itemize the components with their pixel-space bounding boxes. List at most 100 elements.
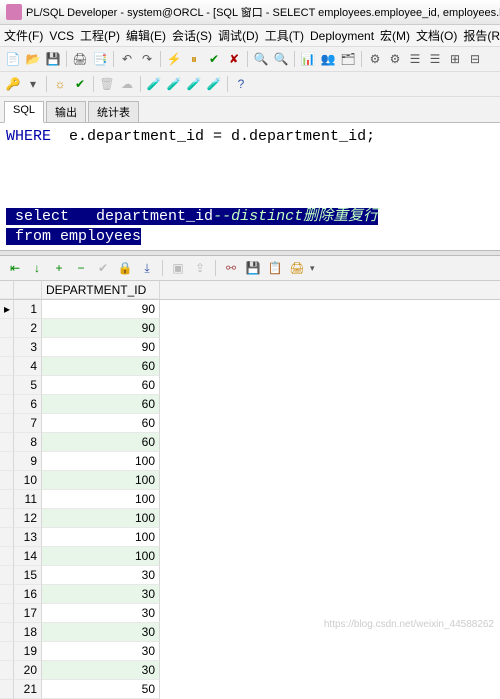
cell-value[interactable]: 60 [42,433,160,452]
break-icon[interactable]: ⏸ [185,50,203,68]
menu-item[interactable]: 报告(R) [463,29,500,43]
tab-SQL[interactable]: SQL [4,101,44,123]
tool-icon[interactable]: ⊟ [466,50,484,68]
results-grid[interactable]: DEPARTMENT_ID ▸1902903904605606607608609… [0,280,500,699]
cell-value[interactable]: 30 [42,623,160,642]
open-icon[interactable]: 📂 [24,50,42,68]
cell-value[interactable]: 60 [42,357,160,376]
help-icon[interactable]: ? [232,75,250,93]
print-icon[interactable]: 🖨 [71,50,89,68]
table-row[interactable]: 760 [0,414,500,433]
cell-value[interactable]: 90 [42,300,160,319]
menu-item[interactable]: 文件(F) [4,29,43,43]
rollback-icon[interactable]: ✘ [225,50,243,68]
cell-value[interactable]: 60 [42,414,160,433]
add-row-icon[interactable]: + [50,259,68,277]
table-row[interactable]: 2150 [0,680,500,699]
menu-item[interactable]: 工程(P) [80,29,120,43]
replace-icon[interactable]: 🔍 [272,50,290,68]
beaker-icon[interactable]: 🧪 [145,75,163,93]
execute-icon[interactable]: ⚡ [165,50,183,68]
find-icon[interactable]: 🔍 [252,50,270,68]
table-row[interactable]: 1530 [0,566,500,585]
menu-item[interactable]: 编辑(E) [126,29,166,43]
cell-value[interactable]: 30 [42,642,160,661]
print-preview-icon[interactable]: 📑 [91,50,109,68]
first-row-icon[interactable]: ⇤ [6,259,24,277]
table-row[interactable]: 10100 [0,471,500,490]
tool-icon[interactable]: ⚙ [366,50,384,68]
cell-value[interactable]: 100 [42,509,160,528]
menu-item[interactable]: 工具(T) [265,29,304,43]
table-row[interactable]: 1630 [0,585,500,604]
cell-value[interactable]: 30 [42,585,160,604]
cell-value[interactable]: 30 [42,566,160,585]
export-icon[interactable]: ⇪ [191,259,209,277]
beaker-icon[interactable]: 🧪 [185,75,203,93]
cell-value[interactable]: 100 [42,547,160,566]
new-icon[interactable]: 📄 [4,50,22,68]
cell-value[interactable]: 30 [42,604,160,623]
tab-输出[interactable]: 输出 [46,101,86,122]
table-row[interactable]: 860 [0,433,500,452]
tool-icon[interactable]: ☰ [406,50,424,68]
post-icon[interactable]: ✔ [94,259,112,277]
undo-icon[interactable]: ↶ [118,50,136,68]
link-icon[interactable]: ⚯ [222,259,240,277]
table-row[interactable]: 13100 [0,528,500,547]
explain-icon[interactable]: 📊 [299,50,317,68]
table-row[interactable]: 460 [0,357,500,376]
tool-icon[interactable]: ⚙ [386,50,404,68]
menu-item[interactable]: 宏(M) [380,29,410,43]
cloud-icon[interactable]: ☁ [118,75,136,93]
cell-value[interactable]: 30 [42,661,160,680]
cell-value[interactable]: 100 [42,490,160,509]
menu-item[interactable]: VCS [49,29,74,43]
table-row[interactable]: 560 [0,376,500,395]
tab-统计表[interactable]: 统计表 [88,101,139,122]
menu-item[interactable]: 文档(O) [416,29,457,43]
objects-icon[interactable]: 🗂 [339,50,357,68]
table-row[interactable]: 9100 [0,452,500,471]
disk-icon[interactable]: 💾 [244,259,262,277]
dropdown-arrow[interactable]: ▾ [310,263,315,274]
table-row[interactable]: 2030 [0,661,500,680]
menu-item[interactable]: 会话(S) [172,29,212,43]
tool-icon[interactable]: ☰ [426,50,444,68]
cell-value[interactable]: 90 [42,319,160,338]
delete-row-icon[interactable]: − [72,259,90,277]
table-row[interactable]: 11100 [0,490,500,509]
column-header[interactable]: DEPARTMENT_ID [42,281,160,299]
lock-icon[interactable]: 🔒 [116,259,134,277]
cell-value[interactable]: 60 [42,395,160,414]
single-record-icon[interactable]: ▣ [169,259,187,277]
cell-value[interactable]: 100 [42,452,160,471]
tool-icon[interactable]: ⊞ [446,50,464,68]
table-row[interactable]: 660 [0,395,500,414]
table-row[interactable]: 290 [0,319,500,338]
table-row[interactable]: ▸190 [0,300,500,319]
cell-value[interactable]: 100 [42,471,160,490]
beaker-icon[interactable]: 🧪 [165,75,183,93]
printer-icon[interactable]: 🖨 [288,259,306,277]
sessions-icon[interactable]: 👥 [319,50,337,68]
beaker-icon[interactable]: 🧪 [205,75,223,93]
copy-icon[interactable]: 📋 [266,259,284,277]
commit-icon[interactable]: ✔ [205,50,223,68]
sql-editor[interactable]: WHERE e.department_id = d.department_id;… [0,122,500,250]
menu-item[interactable]: Deployment [310,29,374,43]
gear-icon[interactable]: ☼ [51,75,69,93]
cell-value[interactable]: 100 [42,528,160,547]
user-icon[interactable]: ✔ [71,75,89,93]
fetch-icon[interactable]: ⤓ [138,259,156,277]
redo-icon[interactable]: ↷ [138,50,156,68]
trash-icon[interactable]: 🗑 [98,75,116,93]
cell-value[interactable]: 60 [42,376,160,395]
save-icon[interactable]: 💾 [44,50,62,68]
key-icon[interactable]: 🔑 [4,75,22,93]
cell-value[interactable]: 50 [42,680,160,699]
table-row[interactable]: 14100 [0,547,500,566]
menu-item[interactable]: 调试(D) [218,29,259,43]
table-row[interactable]: 390 [0,338,500,357]
dropdown-icon[interactable]: ▾ [24,75,42,93]
